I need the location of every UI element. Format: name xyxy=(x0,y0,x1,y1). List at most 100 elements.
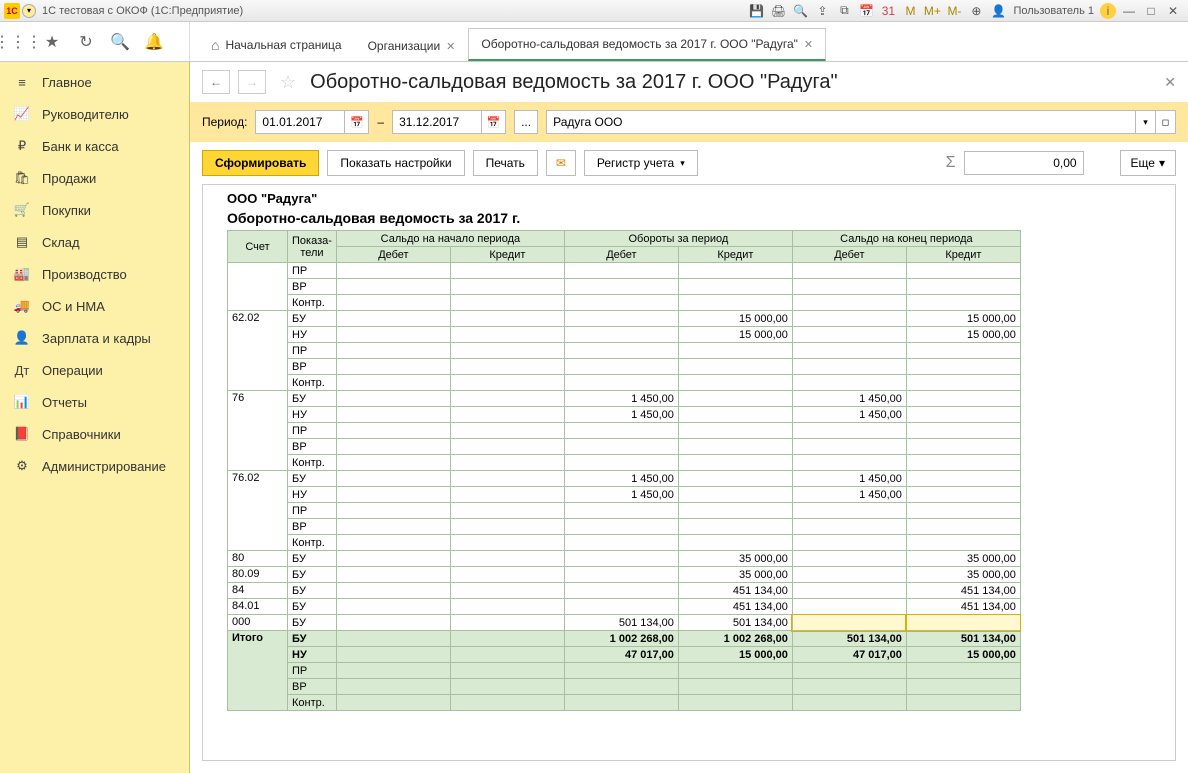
calendar-icon[interactable]: 📅 xyxy=(857,2,875,20)
forward-button[interactable]: → xyxy=(238,70,266,94)
sidebar-item-label: Операции xyxy=(42,363,103,378)
close-icon[interactable]: ✕ xyxy=(804,38,813,51)
show-settings-button[interactable]: Показать настройки xyxy=(327,150,464,176)
favorite-icon[interactable]: ★ xyxy=(42,32,62,52)
table-row[interactable]: 000БУ501 134,00501 134,00 xyxy=(228,615,1021,631)
calendar-from-icon[interactable]: 📅 xyxy=(345,110,369,134)
tab-report[interactable]: Оборотно-сальдовая ведомость за 2017 г. … xyxy=(468,28,826,61)
sidebar-item-label: ОС и НМА xyxy=(42,299,105,314)
tab-home[interactable]: ⌂Начальная страница xyxy=(198,28,355,61)
sidebar-item-1[interactable]: 📈Руководителю xyxy=(0,98,189,130)
report-title: Оборотно-сальдовая ведомость за 2017 г. xyxy=(227,208,1171,230)
report-org: ООО "Радуга" xyxy=(227,189,1171,208)
calendar-to-icon[interactable]: 📅 xyxy=(482,110,506,134)
m-plus-icon[interactable]: M+ xyxy=(923,2,941,20)
close-window-icon[interactable]: ✕ xyxy=(1164,2,1182,20)
sidebar-item-label: Зарплата и кадры xyxy=(42,331,151,346)
table-row[interactable]: 80БУ35 000,0035 000,00 xyxy=(228,551,1021,567)
sidebar-icon: ≡ xyxy=(14,74,30,90)
table-row[interactable]: Контр. xyxy=(228,455,1021,471)
total-row: ВР xyxy=(228,679,1021,695)
org-input[interactable] xyxy=(546,110,1136,134)
table-row[interactable]: 62.02БУ15 000,0015 000,00 xyxy=(228,311,1021,327)
table-row[interactable]: ПР xyxy=(228,343,1021,359)
sidebar-item-0[interactable]: ≡Главное xyxy=(0,66,189,98)
preview-icon[interactable]: 🔍 xyxy=(791,2,809,20)
compare-icon[interactable]: ⧉ xyxy=(835,2,853,20)
star-icon[interactable]: ☆ xyxy=(280,72,296,93)
search-icon[interactable]: 🔍 xyxy=(110,32,130,52)
sidebar-item-3[interactable]: 🛍Продажи xyxy=(0,162,189,194)
notifications-icon[interactable]: 🔔 xyxy=(144,32,164,52)
sidebar-item-8[interactable]: 👤Зарплата и кадры xyxy=(0,322,189,354)
sidebar-item-label: Производство xyxy=(42,267,127,282)
user-icon: 👤 xyxy=(989,2,1007,20)
sidebar-item-11[interactable]: 📕Справочники xyxy=(0,418,189,450)
report-table[interactable]: СчетПоказа- телиСальдо на начало периода… xyxy=(227,230,1021,711)
table-row[interactable]: НУ1 450,001 450,00 xyxy=(228,407,1021,423)
history-icon[interactable]: ↻ xyxy=(76,32,96,52)
table-row[interactable]: 76БУ1 450,001 450,00 xyxy=(228,391,1021,407)
export-icon[interactable]: ⇪ xyxy=(813,2,831,20)
minimize-icon[interactable]: — xyxy=(1120,2,1138,20)
info-icon[interactable]: i xyxy=(1100,3,1116,19)
close-page-icon[interactable]: ✕ xyxy=(1164,74,1176,91)
maximize-icon[interactable]: □ xyxy=(1142,2,1160,20)
form-button[interactable]: Сформировать xyxy=(202,150,319,176)
table-row[interactable]: 84БУ451 134,00451 134,00 xyxy=(228,583,1021,599)
table-row[interactable]: Контр. xyxy=(228,375,1021,391)
table-row[interactable]: ВР xyxy=(228,519,1021,535)
period-select-button[interactable]: ... xyxy=(514,110,538,134)
table-row[interactable]: НУ1 450,001 450,00 xyxy=(228,487,1021,503)
table-row[interactable]: 84.01БУ451 134,00451 134,00 xyxy=(228,599,1021,615)
back-button[interactable]: ← xyxy=(202,70,230,94)
sidebar-item-7[interactable]: 🚚ОС и НМА xyxy=(0,290,189,322)
close-icon[interactable]: ✕ xyxy=(446,40,455,53)
table-row[interactable]: НУ15 000,0015 000,00 xyxy=(228,327,1021,343)
table-row[interactable]: ВР xyxy=(228,359,1021,375)
mail-icon[interactable]: ✉ xyxy=(546,150,576,176)
table-row[interactable]: 80.09БУ35 000,0035 000,00 xyxy=(228,567,1021,583)
zoom-icon[interactable]: ⊕ xyxy=(967,2,985,20)
date-to-input[interactable] xyxy=(392,110,482,134)
table-row[interactable]: ПР xyxy=(228,423,1021,439)
app-menu-dropdown[interactable]: ▾ xyxy=(22,4,36,18)
table-row[interactable]: ПР xyxy=(228,263,1021,279)
sidebar-item-5[interactable]: ▤Склад xyxy=(0,226,189,258)
print-button[interactable]: Печать xyxy=(473,150,538,176)
total-row: ПР xyxy=(228,663,1021,679)
m-minus-icon[interactable]: M- xyxy=(945,2,963,20)
register-button[interactable]: Регистр учета▾ xyxy=(584,150,698,176)
sidebar-item-10[interactable]: 📊Отчеты xyxy=(0,386,189,418)
tab-organizations[interactable]: Организации✕ xyxy=(355,30,469,61)
print-icon[interactable]: 🖨 xyxy=(769,2,787,20)
sidebar-item-4[interactable]: 🛒Покупки xyxy=(0,194,189,226)
sidebar-item-9[interactable]: ДтОперации xyxy=(0,354,189,386)
date-icon[interactable]: 31 xyxy=(879,2,897,20)
table-row[interactable]: ПР xyxy=(228,503,1021,519)
total-row: Контр. xyxy=(228,695,1021,711)
org-open-icon[interactable]: ◻ xyxy=(1156,110,1176,134)
sum-field[interactable] xyxy=(964,151,1084,175)
table-row[interactable]: ВР xyxy=(228,439,1021,455)
date-from-input[interactable] xyxy=(255,110,345,134)
window-title: 1С тестовая с ОКОФ (1С:Предприятие) xyxy=(42,5,243,17)
user-name[interactable]: Пользователь 1 xyxy=(1013,5,1094,17)
sidebar-icon: 🏭 xyxy=(14,266,30,282)
more-button[interactable]: Еще▾ xyxy=(1120,150,1176,176)
table-row[interactable]: Контр. xyxy=(228,535,1021,551)
sidebar-item-12[interactable]: ⚙Администрирование xyxy=(0,450,189,482)
save-icon[interactable]: 💾 xyxy=(747,2,765,20)
sidebar-item-label: Отчеты xyxy=(42,395,87,410)
table-row[interactable]: 76.02БУ1 450,001 450,00 xyxy=(228,471,1021,487)
m-icon[interactable]: M xyxy=(901,2,919,20)
table-row[interactable]: Контр. xyxy=(228,295,1021,311)
sidebar-item-6[interactable]: 🏭 Производство xyxy=(0,258,189,290)
sidebar-item-2[interactable]: ₽Банк и касса xyxy=(0,130,189,162)
home-icon: ⌂ xyxy=(211,37,219,53)
table-row[interactable]: ВР xyxy=(228,279,1021,295)
org-dropdown-icon[interactable]: ▾ xyxy=(1136,110,1156,134)
chevron-down-icon: ▾ xyxy=(680,158,685,169)
sidebar-icon: ₽ xyxy=(14,138,30,154)
apps-icon[interactable]: ⋮⋮⋮ xyxy=(8,32,28,52)
